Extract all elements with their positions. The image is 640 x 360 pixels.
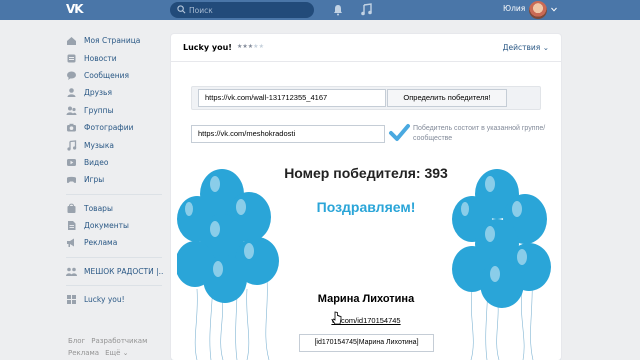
winner-profile-link[interactable]: vk.com/id170154745 — [171, 316, 561, 325]
app-icon — [66, 294, 77, 305]
sidebar-item-label: Lucky you! — [84, 295, 125, 305]
sidebar-item-label: Документы — [84, 221, 129, 231]
camera-icon — [66, 122, 77, 133]
footer-link-ads[interactable]: Реклама — [68, 349, 99, 357]
vk-logo[interactable]: VK — [66, 2, 88, 18]
winner-number: Номер победителя: 393 — [284, 165, 448, 181]
community-icon — [66, 266, 77, 277]
sidebar-item[interactable]: Сообщения — [66, 67, 166, 84]
top-bar: VK Юлия — [0, 0, 640, 20]
sidebar-item[interactable]: Друзья — [66, 84, 166, 101]
avatar[interactable] — [529, 1, 547, 19]
sidebar-item-label: Игры — [84, 175, 105, 185]
winner-mention-field[interactable]: [id170154745|Марина Лихотина] — [299, 334, 434, 352]
sidebar-item[interactable]: Товары — [66, 200, 166, 217]
sidebar-item[interactable]: Видео — [66, 154, 166, 171]
sidebar-divider — [66, 193, 162, 195]
app-title[interactable]: Lucky you! — [183, 43, 232, 52]
sidebar-item-label: Реклама — [84, 238, 118, 248]
app-card: Lucky you! ★★★★★ Действия ⌄ https://vk.c… — [171, 34, 561, 360]
sidebar-item-label: Музыка — [84, 140, 114, 150]
sidebar-item[interactable]: Фотографии — [66, 119, 166, 136]
sidebar-item[interactable]: Игры — [66, 171, 166, 188]
games-icon — [66, 174, 77, 185]
post-url-input[interactable]: https://vk.com/wall-131712355_4167 — [198, 89, 386, 107]
sidebar-item[interactable]: Lucky you! — [66, 291, 166, 308]
mouse-cursor-icon — [331, 311, 342, 325]
balloons-left-image — [177, 169, 279, 360]
sidebar-item-label: Фотографии — [84, 123, 134, 133]
sidebar-item[interactable]: МЕШОК РАДОСТИ |.. — [66, 263, 166, 280]
footer-link-devs[interactable]: Разработчикам — [91, 337, 147, 345]
sidebar-item-label: МЕШОК РАДОСТИ |.. — [84, 266, 164, 276]
sidebar-divider — [66, 256, 162, 258]
sidebar-item[interactable]: Музыка — [66, 136, 166, 153]
sidebar-item[interactable]: Реклама — [66, 234, 166, 251]
documents-icon — [66, 220, 77, 231]
video-icon — [66, 157, 77, 168]
search-icon — [177, 5, 186, 14]
rating-stars: ★★★★★ — [237, 43, 264, 50]
congratulations-text: Поздравляем! — [316, 199, 416, 215]
winner-name: Марина Лихотина — [317, 293, 415, 305]
user-name[interactable]: Юлия — [503, 4, 525, 13]
sidebar-item[interactable]: Группы — [66, 102, 166, 119]
determine-winner-button[interactable]: Определить победителя! — [387, 89, 507, 107]
chevron-down-icon[interactable] — [551, 7, 557, 12]
sidebar-divider — [66, 285, 162, 287]
search-box[interactable] — [170, 2, 314, 18]
balloons-right-image — [452, 169, 551, 360]
sidebar: Моя Страница Новости Сообщения Друзья Группы… — [66, 32, 166, 308]
sidebar-item-label: Сообщения — [84, 70, 130, 80]
app-header: Lucky you! ★★★★★ Действия ⌄ — [171, 34, 561, 62]
groups-icon — [66, 105, 77, 116]
checkmark-icon[interactable] — [388, 122, 410, 144]
sidebar-item[interactable]: Новости — [66, 49, 166, 66]
star-icon: ★ — [258, 43, 264, 50]
footer-links: Блог Разработчикам Реклама Ещё ⌄ — [68, 335, 168, 359]
sidebar-item-label: Друзья — [84, 88, 112, 98]
footer-link-blog[interactable]: Блог — [68, 337, 85, 345]
ads-icon — [66, 237, 77, 248]
group-member-check-label: Победитель состоит в указанной группе/со… — [413, 125, 546, 142]
sidebar-item-label: Моя Страница — [84, 36, 141, 46]
messages-icon — [66, 70, 77, 81]
sidebar-item-label: Товары — [84, 203, 113, 213]
friends-icon — [66, 87, 77, 98]
goods-icon — [66, 203, 77, 214]
footer-link-more[interactable]: Ещё ⌄ — [105, 349, 128, 357]
group-url-input[interactable]: https://vk.com/meshokradosti — [191, 125, 385, 143]
sidebar-item-label: Группы — [84, 105, 114, 115]
sidebar-item[interactable]: Моя Страница — [66, 32, 166, 49]
actions-menu[interactable]: Действия ⌄ — [503, 43, 549, 52]
music-icon — [66, 139, 77, 151]
sidebar-item[interactable]: Документы — [66, 217, 166, 234]
sidebar-item-label: Новости — [84, 53, 117, 63]
home-icon — [66, 35, 77, 46]
bell-icon[interactable] — [332, 4, 344, 16]
search-input[interactable] — [189, 3, 309, 17]
sidebar-item-label: Видео — [84, 157, 109, 167]
news-icon — [66, 53, 77, 64]
music-note-icon[interactable] — [360, 3, 372, 16]
